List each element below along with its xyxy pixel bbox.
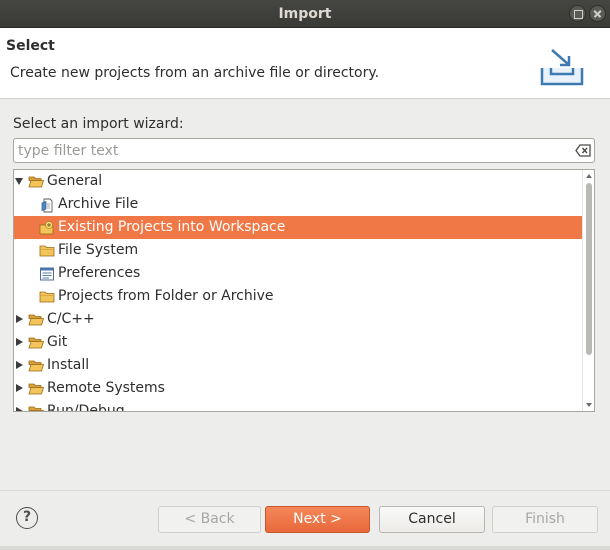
finish-button[interactable]: Finish	[492, 506, 598, 533]
folder-open-icon	[28, 335, 45, 351]
wizard-prompt: Select an import wizard:	[13, 116, 184, 132]
page-description: Create new projects from an archive file…	[10, 65, 380, 81]
tree-item[interactable]: C/C++	[14, 308, 582, 331]
clear-filter-icon[interactable]	[575, 144, 591, 157]
filter-box	[13, 138, 595, 163]
tree-item[interactable]: Run/Debug	[14, 400, 582, 412]
back-button[interactable]: < Back	[158, 506, 261, 533]
tree-item-label: C/C++	[47, 311, 95, 327]
restore-window-button[interactable]	[569, 5, 586, 22]
preferences-icon	[39, 266, 55, 282]
wizard-tree[interactable]: General Archive File Existing Projects int…	[13, 169, 595, 412]
title-bar: Import	[0, 0, 610, 28]
tree-item[interactable]: Projects from Folder or Archive	[14, 285, 582, 308]
next-button[interactable]: Next >	[265, 506, 370, 533]
filter-input[interactable]	[18, 142, 558, 160]
window-title: Import	[278, 6, 332, 22]
wizard-header: Select Create new projects from an archi…	[0, 28, 610, 99]
page-title: Select	[6, 38, 55, 54]
tree-item[interactable]: General	[14, 170, 582, 193]
tree-item[interactable]: Preferences	[14, 262, 582, 285]
help-button[interactable]: ?	[16, 507, 38, 529]
tree-item-label: Run/Debug	[47, 403, 125, 412]
expand-arrow-icon[interactable]	[15, 178, 23, 185]
cancel-button[interactable]: Cancel	[379, 506, 485, 533]
close-window-button[interactable]	[589, 5, 606, 22]
tree-item-label: General	[47, 173, 103, 189]
collapse-arrow-icon[interactable]	[16, 338, 23, 346]
tree-item-label: Preferences	[58, 265, 141, 281]
folder-open-icon	[28, 358, 45, 374]
scrollbar-thumb[interactable]	[586, 183, 592, 355]
tree-item-label: Git	[47, 334, 68, 350]
tree-item-label: File System	[58, 242, 139, 258]
tree-item[interactable]: File System	[14, 239, 582, 262]
footer-divider	[0, 490, 610, 491]
folder-open-icon	[28, 312, 45, 328]
tree-item[interactable]: Existing Projects into Workspace	[14, 216, 582, 239]
scroll-up-arrow-icon[interactable]	[586, 174, 592, 178]
tree-item-label: Projects from Folder or Archive	[58, 288, 274, 304]
tree-item[interactable]: Archive File	[14, 193, 582, 216]
collapse-arrow-icon[interactable]	[16, 407, 23, 411]
folder-open-icon	[28, 381, 45, 397]
vertical-scrollbar[interactable]	[582, 170, 594, 411]
scroll-down-arrow-icon[interactable]	[586, 403, 592, 407]
folder-icon	[39, 243, 55, 259]
collapse-arrow-icon[interactable]	[16, 315, 23, 323]
tree-item[interactable]: Install	[14, 354, 582, 377]
folder-open-icon	[28, 174, 45, 190]
tree-item-label: Install	[47, 357, 90, 373]
tree-item-label: Existing Projects into Workspace	[58, 219, 286, 235]
tree-item-label: Archive File	[58, 196, 139, 212]
collapse-arrow-icon[interactable]	[16, 384, 23, 392]
import-wizard-banner-icon	[540, 49, 584, 86]
tree-item[interactable]: Remote Systems	[14, 377, 582, 400]
archive-file-icon	[39, 197, 55, 213]
folder-icon	[39, 289, 55, 305]
tree-item[interactable]: Git	[14, 331, 582, 354]
existing-projects-icon	[39, 220, 55, 236]
bottom-strip	[0, 546, 610, 550]
folder-open-icon	[28, 404, 45, 411]
tree-item-label: Remote Systems	[47, 380, 165, 396]
collapse-arrow-icon[interactable]	[16, 361, 23, 369]
